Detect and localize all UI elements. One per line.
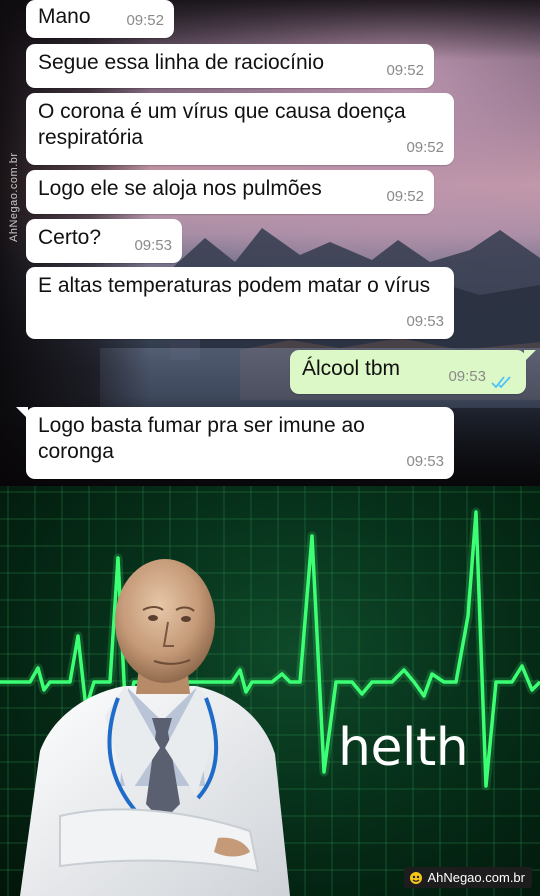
message-timestamp: 09:53 bbox=[406, 313, 444, 330]
message-timestamp: 09:52 bbox=[126, 12, 164, 29]
brand-label: AhNegao.com.br bbox=[427, 870, 525, 885]
message-timestamp: 09:52 bbox=[386, 188, 424, 205]
meme-man-doctor bbox=[20, 559, 290, 896]
chat-screenshot: AhNegao.com.br Mano 09:52 Segue essa linha… bbox=[0, 0, 540, 486]
incoming-message-bubble[interactable]: Logo ele se aloja nos pulmões 09:52 bbox=[26, 170, 434, 214]
ahnegao-logo-icon bbox=[410, 871, 423, 884]
message-timestamp: 09:53 bbox=[406, 453, 444, 470]
message-text: E altas temperaturas podem matar o vírus bbox=[38, 274, 431, 297]
message-timestamp: 09:53 bbox=[134, 237, 172, 254]
message-timestamp: 09:53 bbox=[448, 368, 486, 385]
meme-image: AhNegao.com.br Mano 09:52 Segue essa linha… bbox=[0, 0, 540, 896]
outgoing-message-bubble[interactable]: Álcool tbm 09:53 bbox=[290, 350, 536, 394]
helth-caption: helth bbox=[338, 718, 469, 778]
message-text: Segue essa linha de raciocínio bbox=[38, 51, 325, 74]
incoming-message-bubble[interactable]: E altas temperaturas podem matar o vírus… bbox=[26, 267, 454, 339]
incoming-message-bubble[interactable]: Logo basta fumar pra ser imune ao corong… bbox=[16, 407, 454, 479]
bubble-tail bbox=[16, 407, 28, 419]
incoming-message-bubble[interactable]: O corona é um vírus que causa doença res… bbox=[26, 93, 454, 165]
message-timestamp: 09:52 bbox=[406, 139, 444, 156]
stonks-helth-panel: helth AhNegao.com.br bbox=[0, 486, 540, 896]
brand-watermark[interactable]: AhNegao.com.br bbox=[404, 867, 532, 888]
message-text: O corona é um vírus que causa doença res… bbox=[38, 100, 406, 149]
bubble-tail bbox=[524, 350, 536, 362]
incoming-message-bubble[interactable]: Certo? 09:53 bbox=[26, 219, 182, 263]
message-timestamp: 09:52 bbox=[386, 62, 424, 79]
message-text: Logo ele se aloja nos pulmões bbox=[38, 177, 322, 200]
message-text: Logo basta fumar pra ser imune ao corong… bbox=[38, 414, 365, 463]
side-watermark: AhNegao.com.br bbox=[8, 152, 20, 242]
message-text: Álcool tbm bbox=[302, 357, 401, 380]
incoming-message-bubble[interactable]: Segue essa linha de raciocínio 09:52 bbox=[26, 44, 434, 88]
double-check-read-icon bbox=[491, 376, 511, 389]
incoming-message-bubble[interactable]: Mano 09:52 bbox=[26, 0, 174, 38]
